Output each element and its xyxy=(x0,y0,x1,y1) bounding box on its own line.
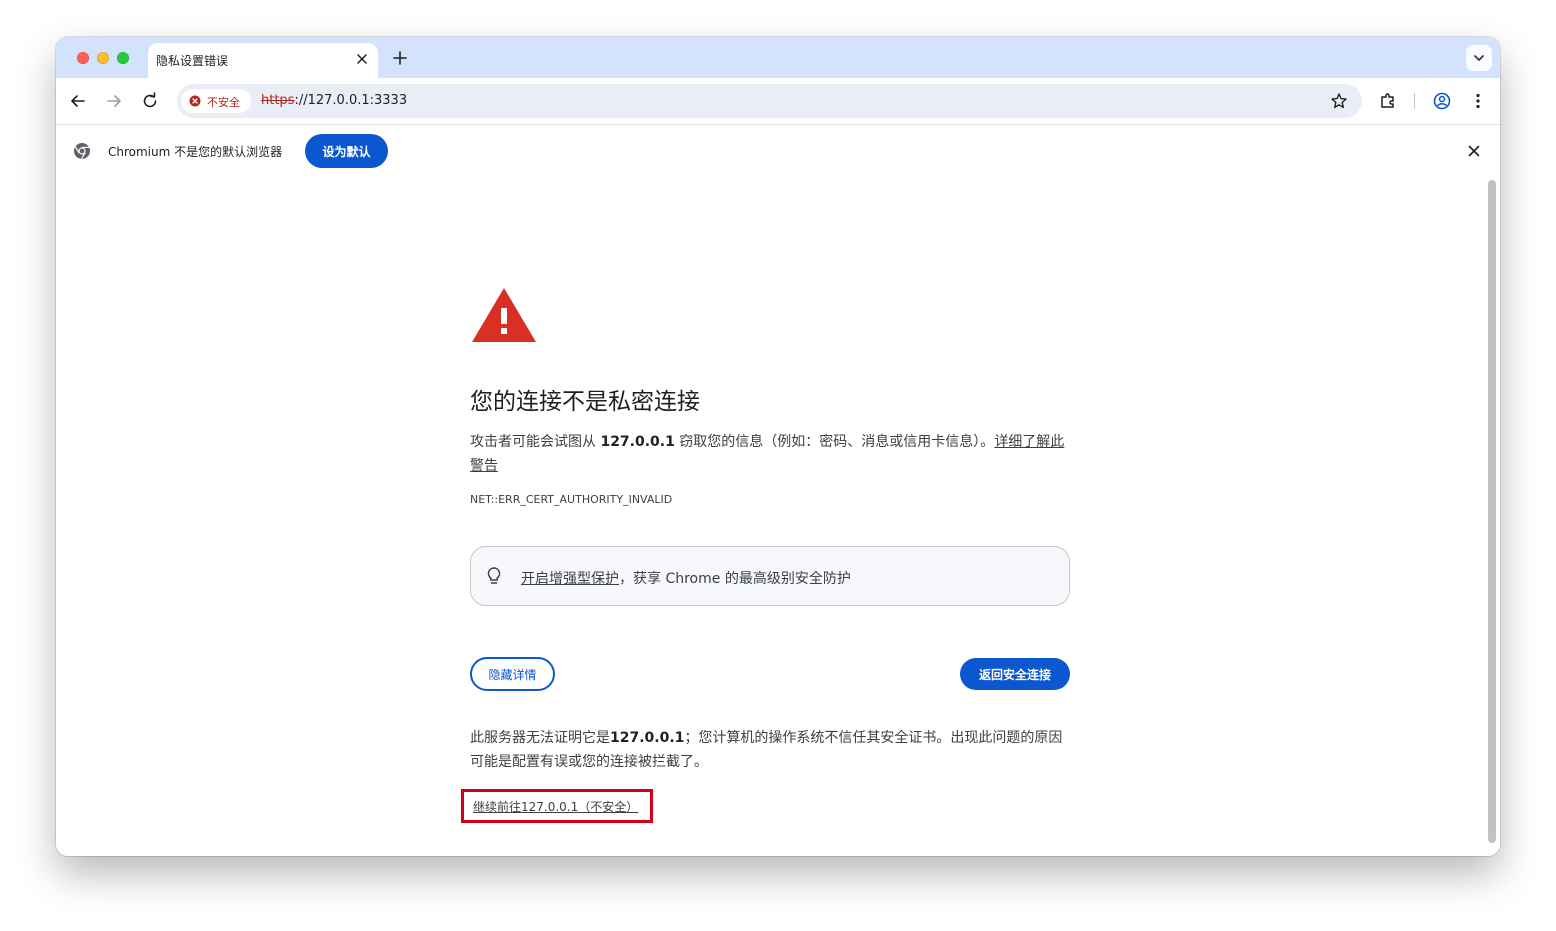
close-icon[interactable] xyxy=(1466,143,1482,163)
forward-arrow-icon[interactable] xyxy=(104,91,124,111)
menu-dots-icon[interactable] xyxy=(1468,91,1488,111)
default-browser-infobar: Chromium 不是您的默认浏览器 设为默认 xyxy=(56,124,1500,179)
desc-prefix: 攻击者可能会试图从 xyxy=(470,434,601,450)
scrollbar[interactable] xyxy=(1488,180,1496,843)
proceed-unsafe-link[interactable]: 继续前往127.0.0.1（不安全） xyxy=(473,798,638,815)
tab-strip: 隐私设置错误 xyxy=(56,37,1500,78)
highlight-box: 继续前往127.0.0.1（不安全） xyxy=(461,789,653,823)
enhanced-protection-promo: 开启增强型保护，获享 Chrome 的最高级别安全防护 xyxy=(470,546,1070,606)
set-default-button[interactable]: 设为默认 xyxy=(305,134,388,168)
window-minimize-button[interactable] xyxy=(97,52,109,64)
page-content: 您的连接不是私密连接 攻击者可能会试图从 127.0.0.1 窃取您的信息（例如… xyxy=(56,178,1500,856)
reload-icon[interactable] xyxy=(140,91,160,111)
toolbar: 不安全 https://127.0.0.1:3333 xyxy=(56,78,1500,124)
warning-triangle-icon xyxy=(470,286,538,348)
browser-window: 隐私设置错误 不安全 https://127.0.0.1:3333 Chromi… xyxy=(56,37,1500,856)
hide-details-button[interactable]: 隐藏详情 xyxy=(470,657,555,691)
tab-active[interactable]: 隐私设置错误 xyxy=(148,43,378,78)
details-text: 此服务器无法证明它是127.0.0.1；您计算机的操作系统不信任其安全证书。出现… xyxy=(470,726,1070,774)
security-chip[interactable]: 不安全 xyxy=(181,89,251,113)
page-title: 您的连接不是私密连接 xyxy=(470,389,700,415)
tab-title: 隐私设置错误 xyxy=(156,54,229,68)
url-text[interactable]: https://127.0.0.1:3333 xyxy=(261,93,407,108)
tab-search-button[interactable] xyxy=(1466,45,1492,71)
not-secure-icon xyxy=(189,95,201,107)
profile-icon[interactable] xyxy=(1432,91,1452,111)
warning-description: 攻击者可能会试图从 127.0.0.1 窃取您的信息（例如：密码、消息或信用卡信… xyxy=(470,430,1070,478)
details-prefix: 此服务器无法证明它是 xyxy=(470,730,610,746)
close-icon[interactable] xyxy=(354,51,370,67)
toolbar-divider xyxy=(1414,93,1415,109)
plus-icon[interactable] xyxy=(391,49,409,67)
error-code: NET::ERR_CERT_AUTHORITY_INVALID xyxy=(470,493,673,506)
window-zoom-button[interactable] xyxy=(117,52,129,64)
desc-suffix: 窃取您的信息（例如：密码、消息或信用卡信息）。 xyxy=(674,434,995,450)
desc-host: 127.0.0.1 xyxy=(600,434,675,450)
chromium-logo-icon xyxy=(73,142,91,164)
promo-suffix: ，获享 Chrome 的最高级别安全防护 xyxy=(619,571,851,587)
address-bar[interactable]: 不安全 https://127.0.0.1:3333 xyxy=(177,84,1362,118)
window-close-button[interactable] xyxy=(77,52,89,64)
url-scheme: https xyxy=(261,93,295,108)
infobar-message: Chromium 不是您的默认浏览器 xyxy=(108,145,283,159)
lightbulb-icon xyxy=(485,566,503,590)
enhanced-protection-link[interactable]: 开启增强型保护 xyxy=(521,571,619,587)
star-icon[interactable] xyxy=(1330,92,1348,114)
details-host: 127.0.0.1 xyxy=(610,730,685,746)
promo-text: 开启增强型保护，获享 Chrome 的最高级别安全防护 xyxy=(521,568,851,588)
back-to-safety-button[interactable]: 返回安全连接 xyxy=(960,658,1070,690)
url-host: ://127.0.0.1:3333 xyxy=(294,93,408,108)
back-arrow-icon[interactable] xyxy=(68,91,88,111)
security-label: 不安全 xyxy=(207,96,240,109)
chevron-down-icon xyxy=(1474,55,1484,61)
extensions-icon[interactable] xyxy=(1378,91,1398,111)
